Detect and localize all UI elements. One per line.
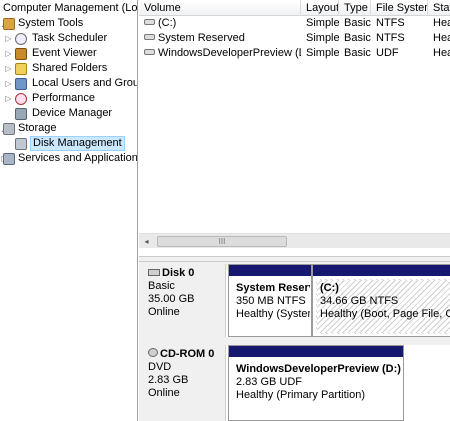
users-icon	[15, 78, 27, 90]
partition-name: WindowsDeveloperPreview (D:)	[236, 363, 401, 375]
tree-label: Local Users and Groups	[32, 77, 137, 89]
column-header-file-system[interactable]: File System	[371, 0, 428, 16]
expand-icon[interactable]: ▷	[4, 46, 13, 61]
performance-icon	[15, 93, 27, 105]
partition-c-drive[interactable]: (C:) 34.66 GB NTFS Healthy (Boot, Page F…	[312, 264, 450, 337]
partition-system-reserved[interactable]: System Reserv 350 MB NTFS Healthy (Syste…	[228, 264, 312, 337]
clock-icon	[15, 33, 27, 45]
status-cell: Hea	[433, 32, 450, 44]
partition-status: Healthy (Primary Partition)	[236, 389, 365, 401]
partition-detail: 34.66 GB NTFS	[320, 295, 399, 307]
disk-title: Disk 0	[148, 267, 225, 280]
tree-label: Storage	[18, 122, 57, 134]
tree-label: Device Manager	[32, 107, 113, 119]
volume-list-header: Volume Layout Type File System Stat	[139, 0, 450, 16]
toolbox-icon	[3, 18, 15, 30]
layout-cell: Simple	[306, 47, 339, 59]
partition-name: (C:)	[320, 282, 339, 294]
tree-label: System Tools	[18, 17, 84, 29]
partition-detail: 350 MB NTFS	[236, 295, 306, 307]
horizontal-scrollbar[interactable]: ◂ III	[139, 233, 450, 248]
disk-info-cd-rom-0[interactable]: CD-ROM 0 DVD 2.83 GB Online	[139, 345, 226, 421]
volume-list: Volume Layout Type File System Stat (C:)…	[139, 0, 450, 256]
scrollbar-thumb[interactable]: III	[157, 236, 287, 247]
file-system-cell: UDF	[376, 47, 399, 59]
partition-body: WindowsDeveloperPreview (D:) 2.83 GB UDF…	[232, 360, 403, 418]
disk-type: Basic	[148, 280, 175, 292]
partition-body: System Reserv 350 MB NTFS Healthy (Syste…	[232, 279, 311, 334]
type-cell: Basic	[344, 17, 371, 29]
disk-state: Online	[148, 306, 180, 318]
disk-management-icon	[15, 138, 27, 150]
partition-bar	[229, 265, 311, 276]
volume-row[interactable]: WindowsDeveloperPreview (D:) Simple Basi…	[139, 46, 450, 61]
expand-icon[interactable]: ▷	[4, 76, 13, 91]
file-system-cell: NTFS	[376, 17, 405, 29]
tree-label: Shared Folders	[32, 62, 108, 74]
disk-icon	[148, 269, 160, 276]
partition-body: (C:) 34.66 GB NTFS Healthy (Boot, Page F…	[316, 279, 450, 334]
layout-cell: Simple	[306, 17, 339, 29]
partition-bar	[313, 265, 450, 276]
disk-map: Disk 0 Basic 35.00 GB Online System Rese…	[139, 262, 450, 421]
partition-name: System Reserv	[236, 282, 311, 294]
expand-icon[interactable]: ▷	[4, 31, 13, 46]
volume-name: System Reserved	[158, 32, 245, 44]
volume-row[interactable]: System Reserved Simple Basic NTFS Hea	[139, 31, 450, 46]
volume-name-cell: System Reserved	[139, 31, 301, 46]
layout-cell: Simple	[306, 32, 339, 44]
expand-icon[interactable]: ▷	[4, 61, 13, 76]
storage-icon	[3, 123, 15, 135]
expand-icon[interactable]: ▷	[4, 91, 13, 106]
volume-row[interactable]: (C:) Simple Basic NTFS Hea	[139, 16, 450, 31]
type-cell: Basic	[344, 32, 371, 44]
device-manager-icon	[15, 108, 27, 120]
disk-size: 2.83 GB	[148, 374, 189, 386]
shared-folder-icon	[15, 63, 27, 75]
tree-label: Services and Applications	[18, 152, 138, 164]
volume-name-cell: (C:)	[139, 16, 301, 31]
partition-detail: 2.83 GB UDF	[236, 376, 303, 388]
volume-name: (C:)	[158, 17, 177, 29]
tree-label: Computer Management (Local	[3, 2, 138, 14]
status-cell: Hea	[433, 47, 450, 59]
console-tree: Computer Management (Local ◢ System Tool…	[0, 0, 138, 421]
status-cell: Hea	[433, 17, 450, 29]
volume-icon	[144, 19, 155, 25]
partition-d-drive[interactable]: WindowsDeveloperPreview (D:) 2.83 GB UDF…	[228, 345, 404, 421]
tree-label: Task Scheduler	[32, 32, 108, 44]
services-icon	[3, 153, 15, 165]
volume-name: WindowsDeveloperPreview (D:)	[158, 47, 301, 59]
tree-label: Disk Management	[30, 136, 125, 151]
disk-state: Online	[148, 387, 180, 399]
disk-gap	[139, 337, 450, 345]
column-header-type[interactable]: Type	[339, 0, 371, 16]
tree-label: Performance	[32, 92, 95, 104]
partition-bar	[229, 346, 403, 357]
partition-status: Healthy (Boot, Page File, Crash	[320, 308, 450, 320]
column-header-layout[interactable]: Layout	[301, 0, 339, 16]
event-log-icon	[15, 48, 27, 60]
disk-size: 35.00 GB	[148, 293, 195, 305]
volume-icon	[144, 49, 155, 55]
scroll-left-arrow-icon[interactable]: ◂	[139, 234, 154, 249]
disk-name: CD-ROM 0	[160, 348, 215, 360]
column-header-volume[interactable]: Volume	[139, 0, 301, 16]
disk-title: CD-ROM 0	[148, 348, 225, 361]
type-cell: Basic	[344, 47, 371, 59]
disk-name: Disk 0	[162, 267, 195, 279]
disk-info-disk-0[interactable]: Disk 0 Basic 35.00 GB Online	[139, 264, 226, 337]
tree-label: Event Viewer	[32, 47, 97, 59]
partition-status: Healthy (System	[236, 308, 311, 320]
volume-icon	[144, 34, 155, 40]
column-header-status[interactable]: Stat	[428, 0, 450, 16]
disk-type: DVD	[148, 361, 172, 373]
file-system-cell: NTFS	[376, 32, 405, 44]
cd-rom-icon	[148, 348, 158, 357]
volume-name-cell: WindowsDeveloperPreview (D:)	[139, 46, 301, 61]
